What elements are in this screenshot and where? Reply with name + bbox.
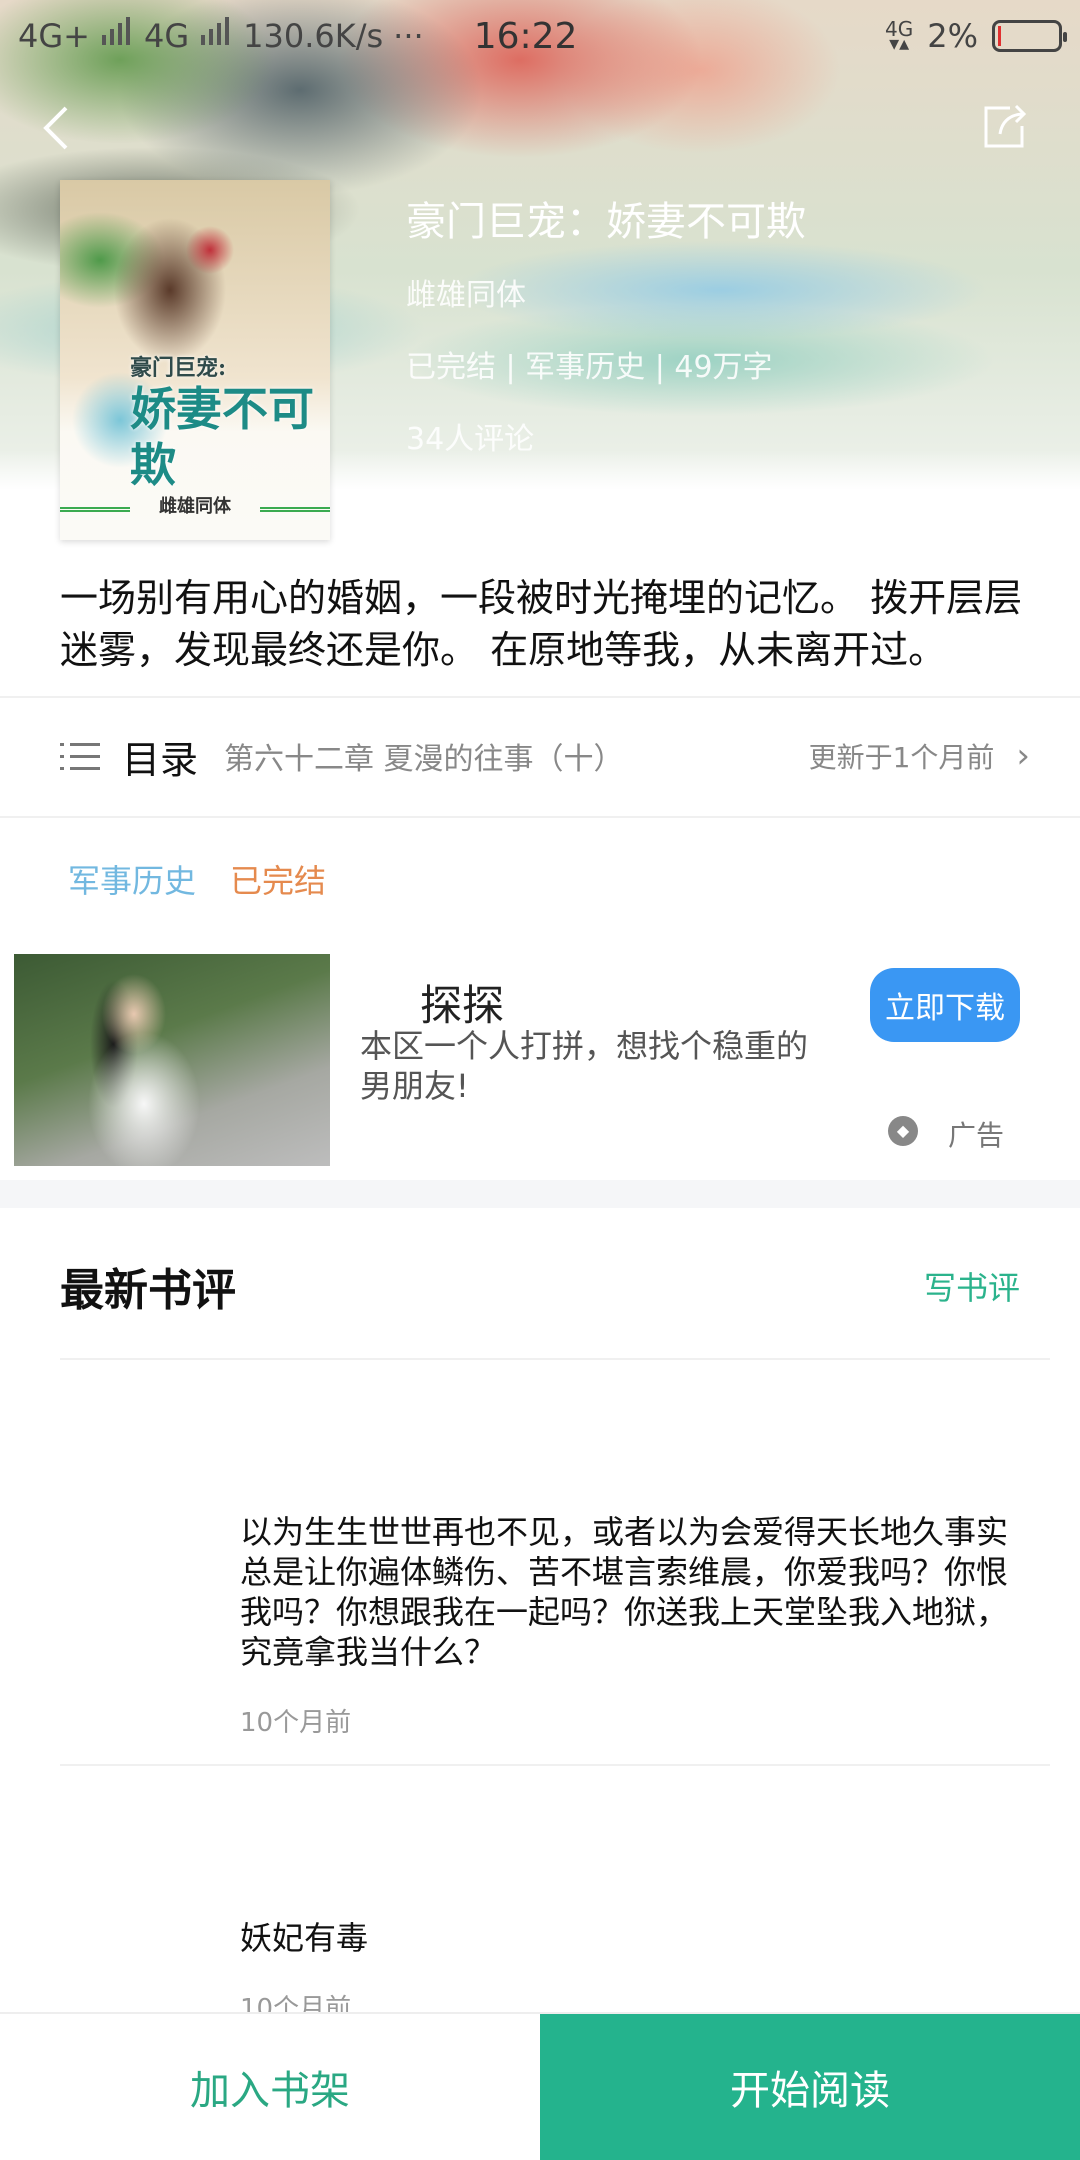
ad-description: 本区一个人打拼，想找个稳重的男朋友! <box>360 1027 809 1105</box>
book-info: 豪门巨宠：娇妻不可欺 雌雄同体 已完结 | 军事历史 | 49万字 34人评论 <box>406 196 806 458</box>
share-button[interactable] <box>980 102 1030 152</box>
reviews-title: 最新书评 <box>60 1265 236 1316</box>
ad-app-name: 探探 <box>420 981 505 1030</box>
battery-percent: 2% <box>927 17 978 55</box>
add-to-shelf-button[interactable]: 加入书架 <box>0 2014 540 2160</box>
comment-count[interactable]: 34人评论 <box>406 414 806 458</box>
book-intro: 一场别有用心的婚姻，一段被时光掩埋的记忆。 拨开层层迷雾，发现最终还是你。 在原… <box>60 576 1023 672</box>
review-text: 以为生生世世再也不见，或者以为会爱得天长地久事实总是让你遍体鳞伤、苦不堪言索维晨… <box>240 1513 1009 1671</box>
cover-title: 豪门巨宠: 娇妻不可欺 <box>130 355 314 492</box>
network-type-2: 4G <box>143 17 190 55</box>
review-item[interactable]: 以为生生世世再也不见，或者以为会爱得天长地久事实总是让你遍体鳞伤、苦不堪言索维晨… <box>240 1512 1020 1739</box>
start-reading-button[interactable]: 开始阅读 <box>540 2014 1080 2160</box>
ad-image[interactable] <box>14 954 330 1166</box>
latest-chapter: 第六十二章 夏漫的往事（十） <box>224 742 624 777</box>
more-notifications-icon: ··· <box>393 17 424 55</box>
divider <box>60 1358 1050 1360</box>
cover-author: 雌雄同体 <box>159 496 231 517</box>
share-icon <box>984 104 1027 148</box>
book-title: 豪门巨宠：娇妻不可欺 <box>406 199 806 245</box>
clock: 16:22 <box>473 15 578 57</box>
chevron-left-icon <box>43 106 68 150</box>
divider <box>0 696 1080 698</box>
network-speed: 130.6K/s <box>243 17 384 55</box>
review-time: 10个月前 <box>240 1708 352 1738</box>
signal-icon <box>100 17 134 55</box>
back-button[interactable] <box>36 100 76 156</box>
book-cover[interactable]: 豪门巨宠: 娇妻不可欺 雌雄同体 <box>60 180 330 540</box>
book-author[interactable]: 雌雄同体 <box>406 270 806 314</box>
status-bar: 4G+ 4G 130.6K/s ··· 16:22 4G ▾▴ 2% <box>0 0 1080 72</box>
ad-banner[interactable]: 探探 本区一个人打拼，想找个稳重的男朋友! 立即下载 ◆ 广告 <box>0 948 1080 1178</box>
chevron-right-icon: › <box>1016 736 1030 776</box>
download-button[interactable]: 立即下载 <box>870 968 1020 1042</box>
tag-genre[interactable]: 军事历史 <box>68 856 196 902</box>
data-activity-icon: 4G ▾▴ <box>885 17 914 55</box>
ad-network-icon: ◆ <box>888 1116 918 1146</box>
book-tags: 军事历史 已完结 <box>68 856 326 902</box>
battery-level <box>998 26 1001 46</box>
bottom-action-bar: 加入书架 开始阅读 <box>0 2012 1080 2160</box>
signal-icon <box>199 17 233 55</box>
toc-label: 目录 <box>122 737 199 782</box>
ad-label: 广告 <box>948 1119 1005 1152</box>
section-separator <box>0 1180 1080 1208</box>
battery-icon <box>992 20 1067 52</box>
write-review-button[interactable]: 写书评 <box>924 1263 1020 1309</box>
tag-status: 已完结 <box>230 862 327 900</box>
divider <box>60 1764 1050 1766</box>
list-icon <box>60 741 100 771</box>
update-time: 更新于1个月前 <box>808 741 995 774</box>
divider <box>0 816 1080 818</box>
reviews-header: 最新书评 写书评 <box>60 1254 1020 1318</box>
network-type-1: 4G+ <box>18 17 90 55</box>
review-text: 妖妃有毒 <box>240 1919 369 1957</box>
table-of-contents-row[interactable]: 目录 第六十二章 夏漫的往事（十） 更新于1个月前 › <box>60 700 1030 812</box>
book-meta: 已完结 | 军事历史 | 49万字 <box>406 350 773 385</box>
review-item[interactable]: 妖妃有毒 10个月前 <box>240 1918 1020 2025</box>
